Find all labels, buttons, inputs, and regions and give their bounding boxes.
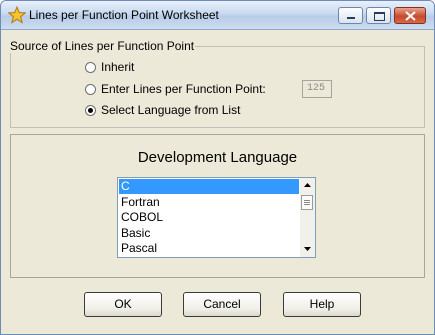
list-item[interactable]: Pascal xyxy=(119,241,299,256)
cancel-button[interactable]: Cancel xyxy=(183,292,261,317)
minimize-button[interactable] xyxy=(338,7,363,24)
star-app-icon xyxy=(7,5,27,24)
list-item[interactable]: COBOL xyxy=(119,210,299,225)
list-item[interactable]: C xyxy=(119,179,299,194)
development-language-label: Development Language xyxy=(137,149,298,166)
list-item[interactable]: Basic xyxy=(119,226,299,241)
scroll-thumb[interactable] xyxy=(301,195,313,210)
help-button[interactable]: Help xyxy=(283,292,361,317)
language-listbox[interactable]: C Fortran COBOL Basic Pascal xyxy=(117,177,316,258)
radio-select-language-circle[interactable] xyxy=(85,105,96,116)
listbox-scrollbar[interactable] xyxy=(300,178,315,257)
radio-enter-lines-circle[interactable] xyxy=(85,84,96,95)
worksheet-window: Lines per Function Point Worksheet Sourc… xyxy=(0,0,435,335)
maximize-icon xyxy=(374,12,385,21)
close-button[interactable] xyxy=(394,7,426,24)
list-item[interactable]: Fortran xyxy=(119,195,299,210)
scroll-up-button[interactable] xyxy=(300,178,315,193)
arrow-up-icon xyxy=(304,183,311,187)
scroll-down-button[interactable] xyxy=(300,242,315,257)
lines-per-fp-input[interactable]: 125 xyxy=(302,80,332,98)
title-bar[interactable]: Lines per Function Point Worksheet xyxy=(1,1,434,30)
dialog-client-area: Source of Lines per Function Point Inher… xyxy=(1,30,434,334)
minimize-icon xyxy=(347,17,355,19)
radio-select-language-label: Select Language from List xyxy=(101,103,241,117)
window-title: Lines per Function Point Worksheet xyxy=(29,8,219,22)
radio-enter-lines-label: Enter Lines per Function Point: xyxy=(101,82,266,96)
close-icon xyxy=(405,11,416,21)
radio-inherit-label: Inherit xyxy=(101,60,135,74)
arrow-down-icon xyxy=(304,247,311,251)
radio-inherit-circle[interactable] xyxy=(85,62,96,73)
ok-button[interactable]: OK xyxy=(84,292,162,317)
source-group-legend: Source of Lines per Function Point xyxy=(9,39,196,53)
maximize-button[interactable] xyxy=(366,7,391,24)
